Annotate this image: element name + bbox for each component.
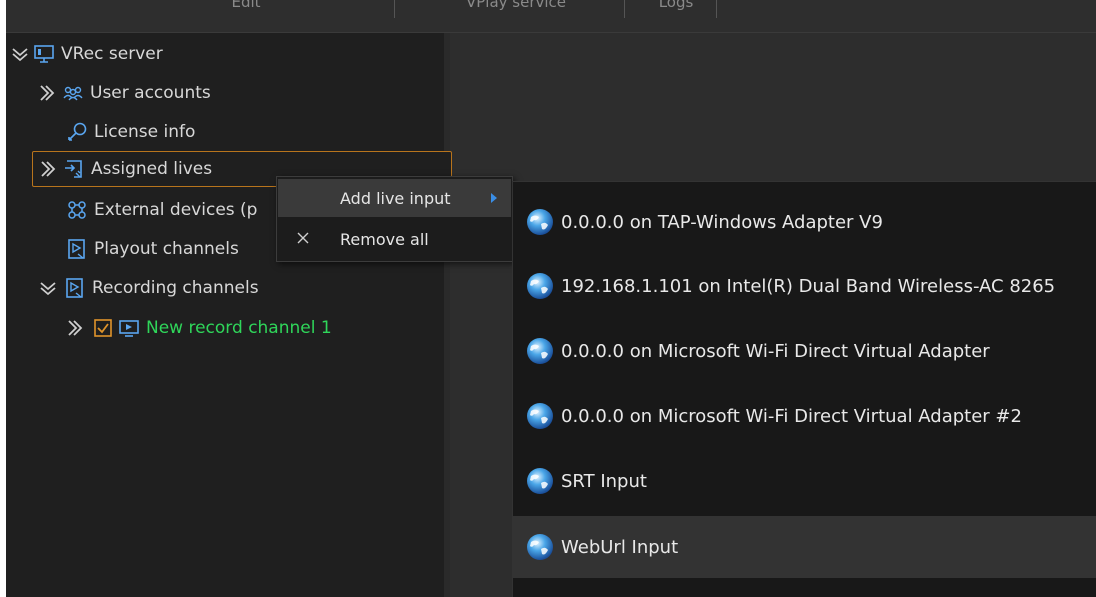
- recording-channels-icon: [66, 278, 83, 298]
- submenu-item-label: 0.0.0.0 on Microsoft Wi-Fi Direct Virtua…: [561, 340, 990, 362]
- tree-item-label: User accounts: [90, 83, 211, 103]
- globe-icon: [527, 273, 553, 299]
- chevron-down-icon[interactable]: [38, 278, 58, 298]
- tab-separator: [716, 0, 717, 18]
- globe-icon: [527, 209, 553, 235]
- playout-channels-icon: [68, 239, 85, 259]
- external-devices-icon: [68, 201, 86, 219]
- tree-item-label: Assigned lives: [91, 159, 213, 179]
- submenu-item[interactable]: 0.0.0.0 on Microsoft Wi-Fi Direct Virtua…: [513, 385, 1096, 447]
- chevron-down-icon[interactable]: [10, 44, 30, 64]
- tree-item-playout-channels[interactable]: Playout channels: [66, 231, 239, 267]
- monitor-icon: [34, 45, 54, 63]
- assigned-lives-icon: [65, 160, 82, 178]
- record-channel-icon: [119, 320, 139, 337]
- live-input-submenu: 0.0.0.0 on TAP-Windows Adapter V9 192.16…: [512, 181, 1096, 597]
- tab-separator: [394, 0, 395, 18]
- tab-edit[interactable]: Edit: [146, 0, 346, 16]
- tree-item-new-record-channel[interactable]: New record channel 1: [66, 310, 332, 346]
- tree-item-label: License info: [94, 122, 196, 142]
- add-live-input-menu-item[interactable]: Add live input: [278, 179, 511, 217]
- globe-icon: [527, 468, 553, 494]
- chevron-right-icon[interactable]: [39, 159, 57, 179]
- globe-icon: [527, 534, 553, 560]
- tree-item-label: Playout channels: [94, 239, 239, 259]
- tab-vplay-service[interactable]: VPlay service: [401, 0, 631, 16]
- remove-all-menu-item[interactable]: Remove all: [278, 220, 511, 258]
- tree-item-label: New record channel 1: [146, 318, 332, 338]
- globe-icon: [527, 403, 553, 429]
- menu-item-label: Add live input: [340, 188, 451, 208]
- context-menu: Add live input Remove all: [276, 176, 513, 262]
- users-icon: [63, 86, 83, 101]
- globe-icon: [527, 338, 553, 364]
- submenu-item[interactable]: 0.0.0.0 on TAP-Windows Adapter V9: [513, 191, 1096, 253]
- submenu-item-label: 0.0.0.0 on TAP-Windows Adapter V9: [561, 211, 883, 233]
- tree-root-label: VRec server: [61, 44, 163, 64]
- submenu-item[interactable]: 0.0.0.0 on Microsoft Wi-Fi Direct Virtua…: [513, 320, 1096, 382]
- checkbox-checked-icon[interactable]: [93, 318, 113, 338]
- submenu-item-label: WebUrl Input: [561, 536, 679, 558]
- tree-item-user-accounts[interactable]: User accounts: [38, 75, 211, 111]
- tree-item-label: Recording channels: [92, 278, 259, 298]
- submenu-item-label: 192.168.1.101 on Intel(R) Dual Band Wire…: [561, 275, 1056, 297]
- chevron-right-icon[interactable]: [66, 318, 84, 338]
- submenu-item-label: 0.0.0.0 on Microsoft Wi-Fi Direct Virtua…: [561, 405, 1022, 427]
- chevron-right-icon[interactable]: [38, 83, 56, 103]
- submenu-item[interactable]: 192.168.1.101 on Intel(R) Dual Band Wire…: [513, 255, 1096, 317]
- submenu-item-label: SRT Input: [561, 470, 647, 492]
- submenu-item[interactable]: WebUrl Input: [513, 516, 1096, 578]
- close-icon: [297, 232, 309, 244]
- top-tab-bar: Edit VPlay service Logs: [6, 0, 1096, 33]
- tree-item-external-devices[interactable]: External devices (p: [66, 192, 257, 228]
- tree-item-recording-channels[interactable]: Recording channels: [38, 270, 259, 306]
- tree-item-label: External devices (p: [94, 200, 258, 220]
- app-window: Edit VPlay service Logs VRec server User…: [6, 0, 1096, 597]
- tree-item-license-info[interactable]: License info: [66, 114, 195, 150]
- tab-logs[interactable]: Logs: [631, 0, 721, 16]
- menu-item-label: Remove all: [340, 229, 429, 249]
- tree-root-vrec-server[interactable]: VRec server: [10, 36, 163, 72]
- key-icon: [68, 122, 87, 141]
- submenu-arrow-icon: [491, 193, 497, 203]
- tab-separator: [624, 0, 625, 18]
- submenu-item[interactable]: SRT Input: [513, 450, 1096, 512]
